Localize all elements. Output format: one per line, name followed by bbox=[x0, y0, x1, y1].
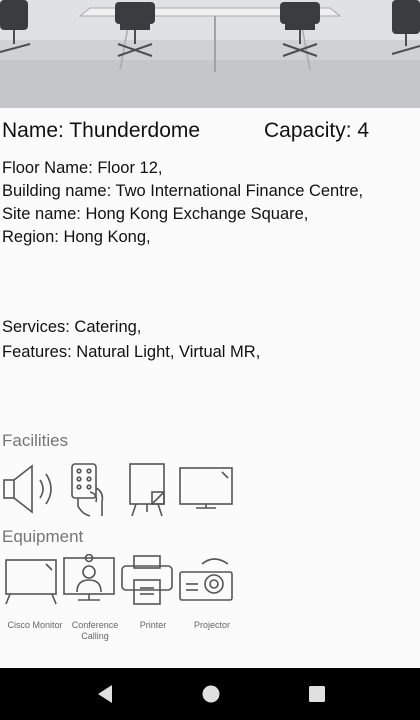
equipment-label-printer: Printer bbox=[139, 620, 167, 630]
video-call-icon bbox=[63, 554, 115, 601]
monitor-icon bbox=[5, 559, 57, 605]
projector-icon bbox=[179, 558, 233, 601]
facilities-title: Facilities bbox=[2, 431, 69, 450]
navigation-bar bbox=[0, 668, 420, 720]
home-button[interactable] bbox=[185, 668, 237, 720]
room-photo bbox=[0, 0, 420, 108]
tv-screen-icon bbox=[179, 467, 233, 509]
back-icon bbox=[98, 685, 112, 703]
equipment-title: Equipment bbox=[2, 527, 84, 546]
features-text: Features: Natural Light, Virtual MR, bbox=[2, 343, 261, 361]
speaker-icon bbox=[3, 464, 52, 514]
location-details: Floor Name: Floor 12, Building name: Two… bbox=[2, 157, 363, 249]
remote-control-icon bbox=[71, 463, 104, 517]
equipment-label-conference: Conference Calling bbox=[71, 620, 119, 641]
home-icon bbox=[202, 685, 220, 703]
room-name: Name: Thunderdome bbox=[2, 119, 201, 142]
recents-icon bbox=[309, 686, 325, 702]
printer-icon bbox=[121, 555, 173, 605]
site-name: Site name: Hong Kong Exchange Square, bbox=[2, 205, 309, 223]
equipment-label-monitor: Cisco Monitor bbox=[7, 620, 63, 630]
back-button[interactable] bbox=[80, 668, 132, 720]
building-name: Building name: Two International Finance… bbox=[2, 182, 364, 200]
services-text: Services: Catering, bbox=[2, 318, 142, 336]
room-header: Name: Thunderdome Capacity: 4 bbox=[2, 119, 418, 147]
flipchart-icon bbox=[129, 463, 165, 517]
recents-button[interactable] bbox=[291, 668, 343, 720]
amenity-details: Services: Catering, Features: Natural Li… bbox=[2, 315, 260, 365]
floor-name: Floor Name: Floor 12, bbox=[2, 159, 163, 177]
equipment-label-projector: Projector bbox=[193, 620, 230, 630]
region-name: Region: Hong Kong, bbox=[2, 228, 151, 246]
room-capacity: Capacity: 4 bbox=[264, 119, 370, 142]
